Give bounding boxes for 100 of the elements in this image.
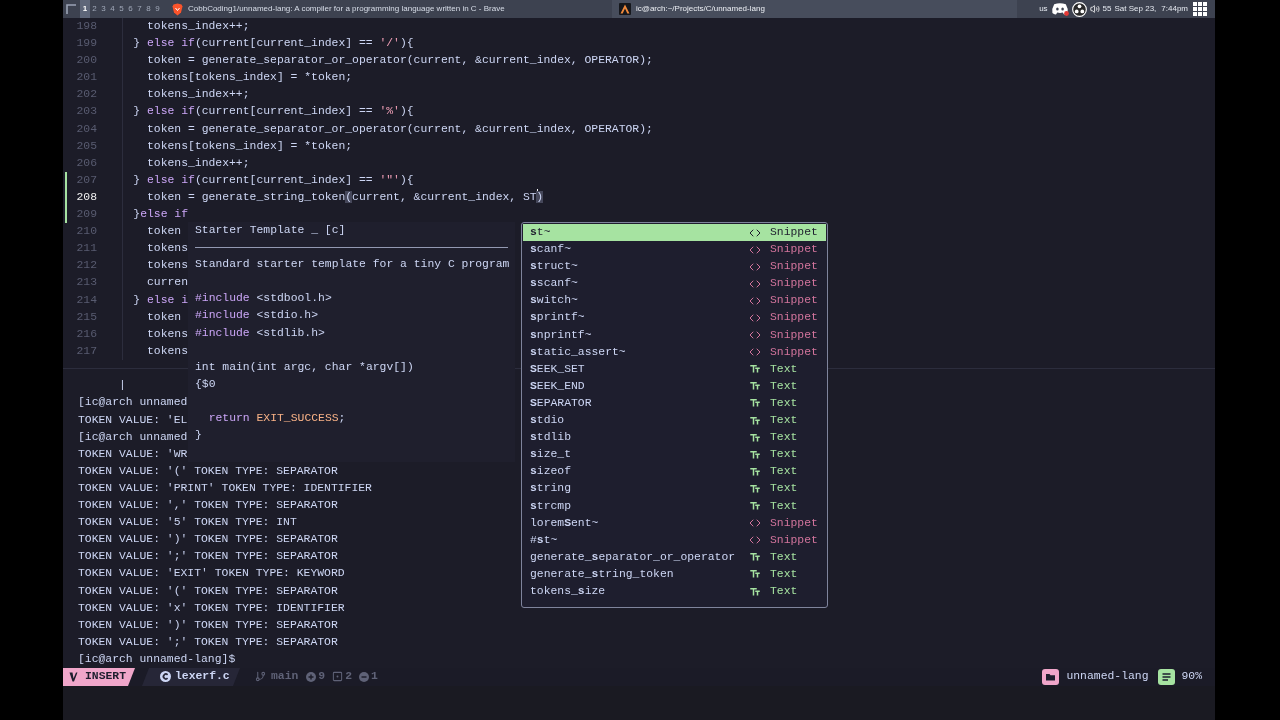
completion-label: switch~ xyxy=(530,293,579,309)
mode-label: INSERT xyxy=(85,669,126,685)
completion-label: sscanf~ xyxy=(530,276,579,292)
completion-kind: Text xyxy=(770,481,798,497)
file-position-text: 90% xyxy=(1181,669,1202,685)
completion-label: SEEK_SET xyxy=(530,361,586,377)
completion-kind: Snippet xyxy=(770,276,818,292)
completion-label: sprintf~ xyxy=(530,310,586,326)
code-line: tokens_index++; xyxy=(146,19,250,34)
date-text: Sat Sep 23, xyxy=(1114,3,1157,15)
completion-label: SEEK_END xyxy=(530,378,586,394)
code-line: tokens_index++; xyxy=(146,155,250,171)
snippet-description: Standard starter template for a tiny C program xyxy=(195,258,510,271)
file-tab[interactable]: lexerf.c xyxy=(142,667,240,686)
window-tab[interactable]: CobbCoding1/unnamed-lang: A compiler for a programming language written in C - Brave xyxy=(165,0,612,18)
completion-label: sizeof xyxy=(530,464,573,480)
text-format-icon xyxy=(749,380,761,393)
window-tab[interactable]: ic@arch:~/Projects/C/unnamed-lang xyxy=(612,0,1018,18)
code-line: } else if(current[current_index] == '/'){ xyxy=(132,36,414,52)
completion-label: stdlib xyxy=(530,430,573,446)
text-format-icon xyxy=(749,551,761,564)
text-format-icon xyxy=(749,465,761,478)
completion-label: string xyxy=(530,481,573,497)
completion-kind: Text xyxy=(770,583,798,599)
workspace-tab[interactable]: 5 xyxy=(117,0,126,18)
completion-kind: Text xyxy=(770,447,798,463)
completion-kind: Snippet xyxy=(770,242,818,258)
workspace-tab[interactable]: 6 xyxy=(126,0,135,18)
workspace-tab[interactable]: 2 xyxy=(90,0,99,18)
code-line: tokens[tokens_index] = *token; xyxy=(146,70,353,86)
terminal-line: TOKEN VALUE: 'x' TOKEN TYPE: IDENTIFIER xyxy=(78,601,345,614)
snippet-code-line: return EXIT_SUCCESS; xyxy=(207,412,346,425)
controller-face-icon[interactable] xyxy=(1050,2,1069,16)
line-number: 203 xyxy=(75,104,97,120)
completion-label: #st~ xyxy=(530,532,559,548)
code-line: tokens xyxy=(146,326,189,342)
terminal-line: TOKEN VALUE: ')' TOKEN TYPE: SEPARATOR xyxy=(78,618,338,631)
completion-label: snprintf~ xyxy=(530,327,593,343)
workspace-tab[interactable]: 8 xyxy=(144,0,153,18)
text-format-icon xyxy=(749,500,761,513)
triangle-logo-icon xyxy=(619,3,631,15)
completion-kind: Text xyxy=(770,566,798,582)
line-number: 202 xyxy=(75,87,97,103)
volume-level: 55 xyxy=(1102,3,1112,15)
completion-label: SEPARATOR xyxy=(530,395,593,411)
line-number: 210 xyxy=(75,224,97,240)
code-line: } else if(current[current_index] == '"'){ xyxy=(132,172,414,188)
workspace-tab[interactable]: 9 xyxy=(153,0,162,18)
keyboard-layout[interactable]: us xyxy=(1039,3,1048,15)
workspace-tab[interactable]: 3 xyxy=(99,0,108,18)
workspace-tab[interactable]: 7 xyxy=(135,0,144,18)
line-number: 200 xyxy=(75,53,97,69)
completion-kind: Snippet xyxy=(770,310,818,326)
snippet-code-line: #include <stdlib.h> xyxy=(195,326,325,339)
code-line: token xyxy=(146,224,182,240)
line-number: 215 xyxy=(75,309,97,325)
line-number: 208 xyxy=(75,189,97,205)
v-mark-icon xyxy=(69,671,78,682)
code-line: curren xyxy=(146,275,189,291)
line-number: 205 xyxy=(75,138,97,154)
terminal-line: [ic@arch unnamed xyxy=(78,430,188,443)
text-format-icon xyxy=(749,431,761,444)
clock-time: 7:44pm xyxy=(1161,3,1188,15)
line-number: 216 xyxy=(75,326,97,342)
completion-kind: Text xyxy=(770,549,798,565)
terminal-line: TOKEN VALUE: ';' TOKEN TYPE: SEPARATOR xyxy=(78,550,338,563)
code-line: tokens[tokens_index] = *token; xyxy=(146,138,353,154)
workspace-tab[interactable]: 1 xyxy=(80,0,90,18)
grid-icon[interactable] xyxy=(1193,2,1207,16)
text-format-icon xyxy=(749,568,761,581)
workspace-tab[interactable]: 4 xyxy=(108,0,117,18)
changed-count: 2 xyxy=(345,669,353,685)
completion-kind: Snippet xyxy=(770,344,818,360)
completion-label: loremSent~ xyxy=(530,515,600,531)
plus-circle-icon xyxy=(306,671,317,682)
corner-icon xyxy=(66,4,76,14)
line-number: 206 xyxy=(75,155,97,171)
terminal-line: TOKEN VALUE: 'EXIT' TOKEN TYPE: KEYWORD xyxy=(78,567,345,580)
volume-icon[interactable] xyxy=(1089,4,1100,14)
removed-count: 1 xyxy=(371,669,378,685)
snippet-code-line: #include <stdbool.h> xyxy=(195,292,332,305)
code-line: token xyxy=(146,309,182,325)
text-format-icon xyxy=(749,482,761,495)
code-line: tokens xyxy=(146,241,189,257)
terminal-line: TOKEN VALUE: '5' TOKEN TYPE: INT xyxy=(78,516,297,529)
terminal-line: [ic@arch unnamed xyxy=(78,396,188,409)
completion-item[interactable]: st~ Snippet xyxy=(523,224,826,242)
three-dot-ring-icon[interactable] xyxy=(1071,1,1087,17)
project-name: unnamed-lang xyxy=(1066,669,1149,685)
completion-label: stdio xyxy=(530,413,566,429)
code-line: } else if(current[current_index] == '%'){ xyxy=(132,104,414,120)
terminal-line: TOKEN VALUE: ',' TOKEN TYPE: SEPARATOR xyxy=(78,499,338,512)
completion-label: strcmp xyxy=(530,498,573,514)
snippet-title: Starter Template _ [c] xyxy=(195,224,346,236)
completion-label: st~ xyxy=(530,225,552,240)
completion-kind: Snippet xyxy=(770,259,818,275)
code-line: tokens xyxy=(146,258,189,274)
code-line: tokens xyxy=(146,343,189,359)
code-line: token = generate_separator_or_operator(current, &current_index, OPERATOR); xyxy=(146,53,653,69)
line-number: 211 xyxy=(75,241,97,257)
